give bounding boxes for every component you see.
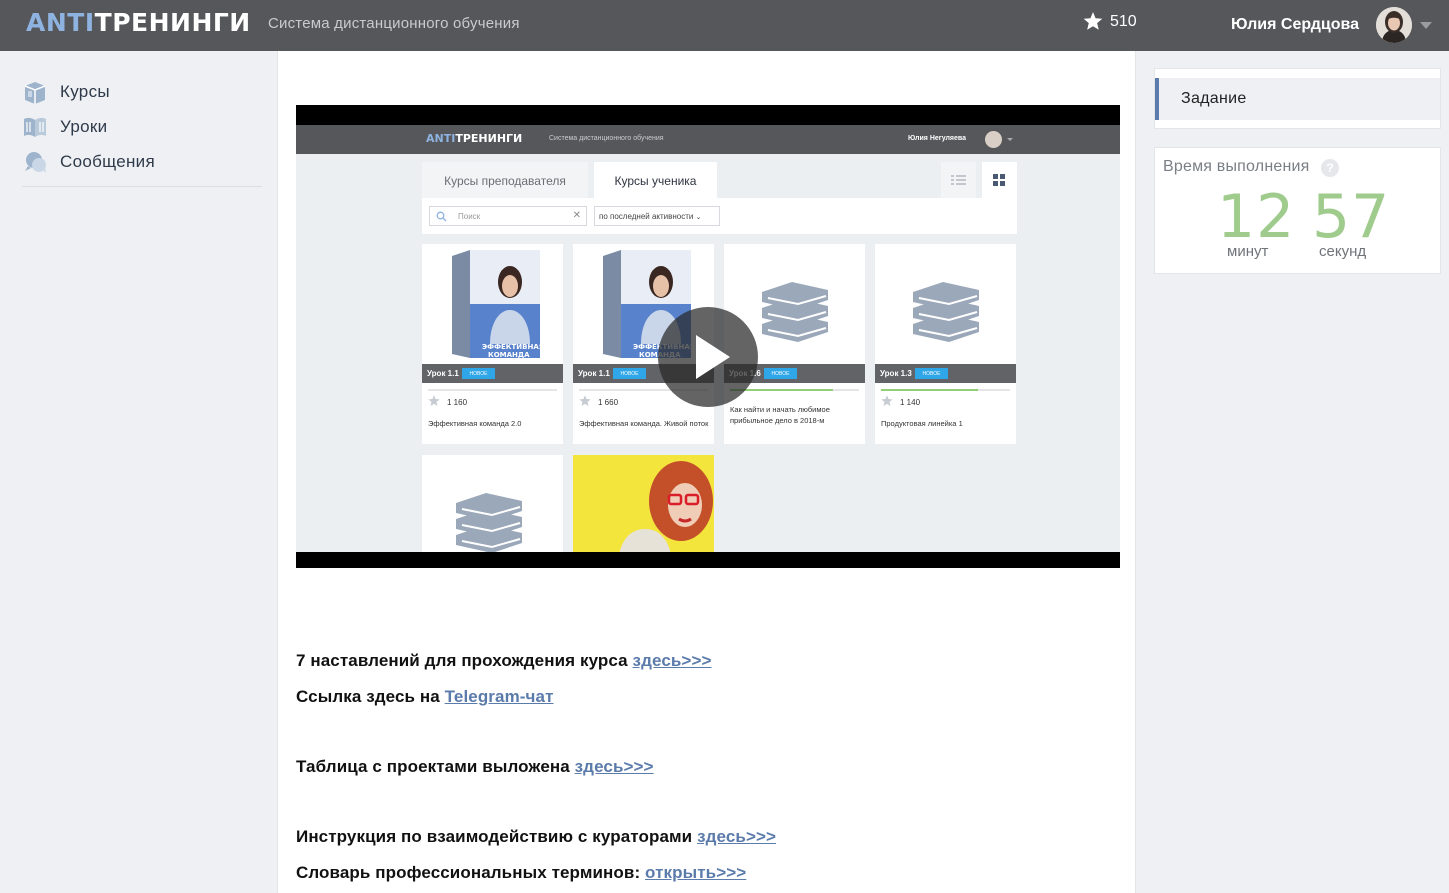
progress-bar	[881, 389, 1010, 391]
timer-title: Время выполнения	[1163, 158, 1310, 175]
chevron-down-icon[interactable]	[1420, 22, 1432, 29]
video-mini-header: ANTIТРЕНИНГИ Система дистанционного обуч…	[296, 125, 1120, 154]
timer-seconds: 57	[1312, 182, 1391, 252]
svg-text:КОМАНДА: КОМАНДА	[488, 351, 530, 359]
info-line-curators: Инструкция по взаимодействию с кураторам…	[296, 827, 777, 846]
sidebar-nav: Курсы Уроки Сообщения	[22, 74, 262, 179]
video-user-name: Юлия Негуляева	[908, 135, 967, 142]
sidebar-item-label: Курсы	[60, 81, 110, 101]
list-view-icon	[941, 162, 976, 198]
projects-table-link[interactable]: здесь>>>	[575, 757, 654, 776]
video-sort-select: по последней активности ⌄	[594, 206, 720, 226]
play-button[interactable]	[658, 307, 758, 407]
top-bar: ANTIТРЕНИНГИ Система дистанционного обуч…	[0, 0, 1449, 51]
task-label: Задание	[1181, 90, 1247, 107]
video-card: Урок 1.3 НОВОЕ 1 140 Продуктовая линейка…	[875, 244, 1016, 444]
grid-view-icon	[982, 162, 1017, 198]
tagline: Система дистанционного обучения	[268, 15, 520, 32]
info-line-projects: Таблица с проектами выложена здесь>>>	[296, 757, 654, 776]
books-icon	[456, 493, 522, 552]
video-logo: ANTIТРЕНИНГИ	[426, 132, 523, 145]
info-line-telegram: Ссылка здесь на Telegram-чат	[296, 687, 554, 706]
info-line-glossary: Словарь профессиональных терминов: откры…	[296, 863, 747, 882]
score-value: 510	[1110, 12, 1137, 30]
task-panel: Задание	[1154, 68, 1441, 129]
video-chevron-icon	[1007, 138, 1013, 141]
video-player[interactable]: ANTIТРЕНИНГИ Система дистанционного обуч…	[296, 105, 1120, 568]
timer-panel: Время выполнения ? 12 минут 57 секунд	[1154, 147, 1441, 274]
sidebar-item-messages[interactable]: Сообщения	[22, 144, 262, 179]
video-card: ЭФФЕКТИВНАЯ КОМАНДА Урок 1.1 НОВОЕ 1 160…	[422, 244, 563, 444]
info-line-instructions: 7 наставлений для прохождения курса здес…	[296, 651, 712, 670]
avatar[interactable]	[1376, 7, 1412, 43]
video-card-photo	[573, 455, 714, 552]
sidebar-item-label: Уроки	[60, 116, 108, 136]
sidebar-item-courses[interactable]: Курсы	[22, 74, 262, 109]
video-tab-student: Курсы ученика	[594, 162, 717, 198]
svg-text:ЭФФЕКТИВНАЯ: ЭФФЕКТИВНАЯ	[482, 343, 544, 351]
video-search-row: Поиск ✕ по последней активности ⌄	[422, 198, 1017, 234]
logo-treningi: ТРЕНИНГИ	[94, 8, 251, 37]
sidebar: Курсы Уроки Сообщения	[0, 51, 277, 893]
glossary-link[interactable]: открыть>>>	[645, 863, 746, 882]
telegram-chat-link[interactable]: Telegram-чат	[445, 687, 554, 706]
divider	[22, 186, 262, 187]
star-icon	[428, 395, 440, 406]
messages-icon	[22, 150, 48, 174]
logo-anti: ANTI	[26, 8, 95, 37]
video-tabs: Курсы преподавателя Курсы ученика	[422, 162, 1017, 198]
score-counter: 510	[1083, 12, 1137, 31]
video-search: Поиск ✕	[429, 206, 587, 226]
video-tagline: Система дистанционного обучения	[549, 135, 664, 142]
video-card	[422, 455, 563, 552]
close-icon: ✕	[572, 210, 581, 221]
books-icon	[875, 244, 1016, 364]
timer-minutes-label: минут	[1227, 243, 1269, 260]
star-icon	[1083, 12, 1103, 30]
courses-icon	[22, 80, 48, 104]
play-icon	[696, 335, 730, 379]
timer-minutes: 12	[1217, 182, 1296, 252]
logo[interactable]: ANTIТРЕНИНГИ	[26, 7, 251, 39]
star-icon	[579, 395, 591, 406]
course-cover: ЭФФЕКТИВНАЯ КОМАНДА	[422, 244, 563, 364]
video-frame: ANTIТРЕНИНГИ Система дистанционного обуч…	[296, 125, 1120, 552]
timer-seconds-label: секунд	[1319, 243, 1367, 260]
help-icon[interactable]: ?	[1321, 159, 1339, 177]
progress-bar	[730, 389, 859, 391]
curators-instruction-link[interactable]: здесь>>>	[697, 827, 776, 846]
sidebar-item-lessons[interactable]: Уроки	[22, 109, 262, 144]
main-content: ANTIТРЕНИНГИ Система дистанционного обуч…	[277, 51, 1136, 893]
sidebar-item-label: Сообщения	[60, 151, 155, 171]
user-name[interactable]: Юлия Сердцова	[1231, 16, 1359, 34]
task-tab[interactable]: Задание	[1155, 78, 1440, 120]
progress-bar	[428, 389, 557, 391]
star-icon	[881, 395, 893, 406]
instructions-link[interactable]: здесь>>>	[633, 651, 712, 670]
video-avatar	[985, 131, 1002, 148]
video-tab-teacher: Курсы преподавателя	[422, 162, 588, 198]
lessons-icon	[22, 115, 48, 139]
search-icon	[436, 211, 447, 222]
